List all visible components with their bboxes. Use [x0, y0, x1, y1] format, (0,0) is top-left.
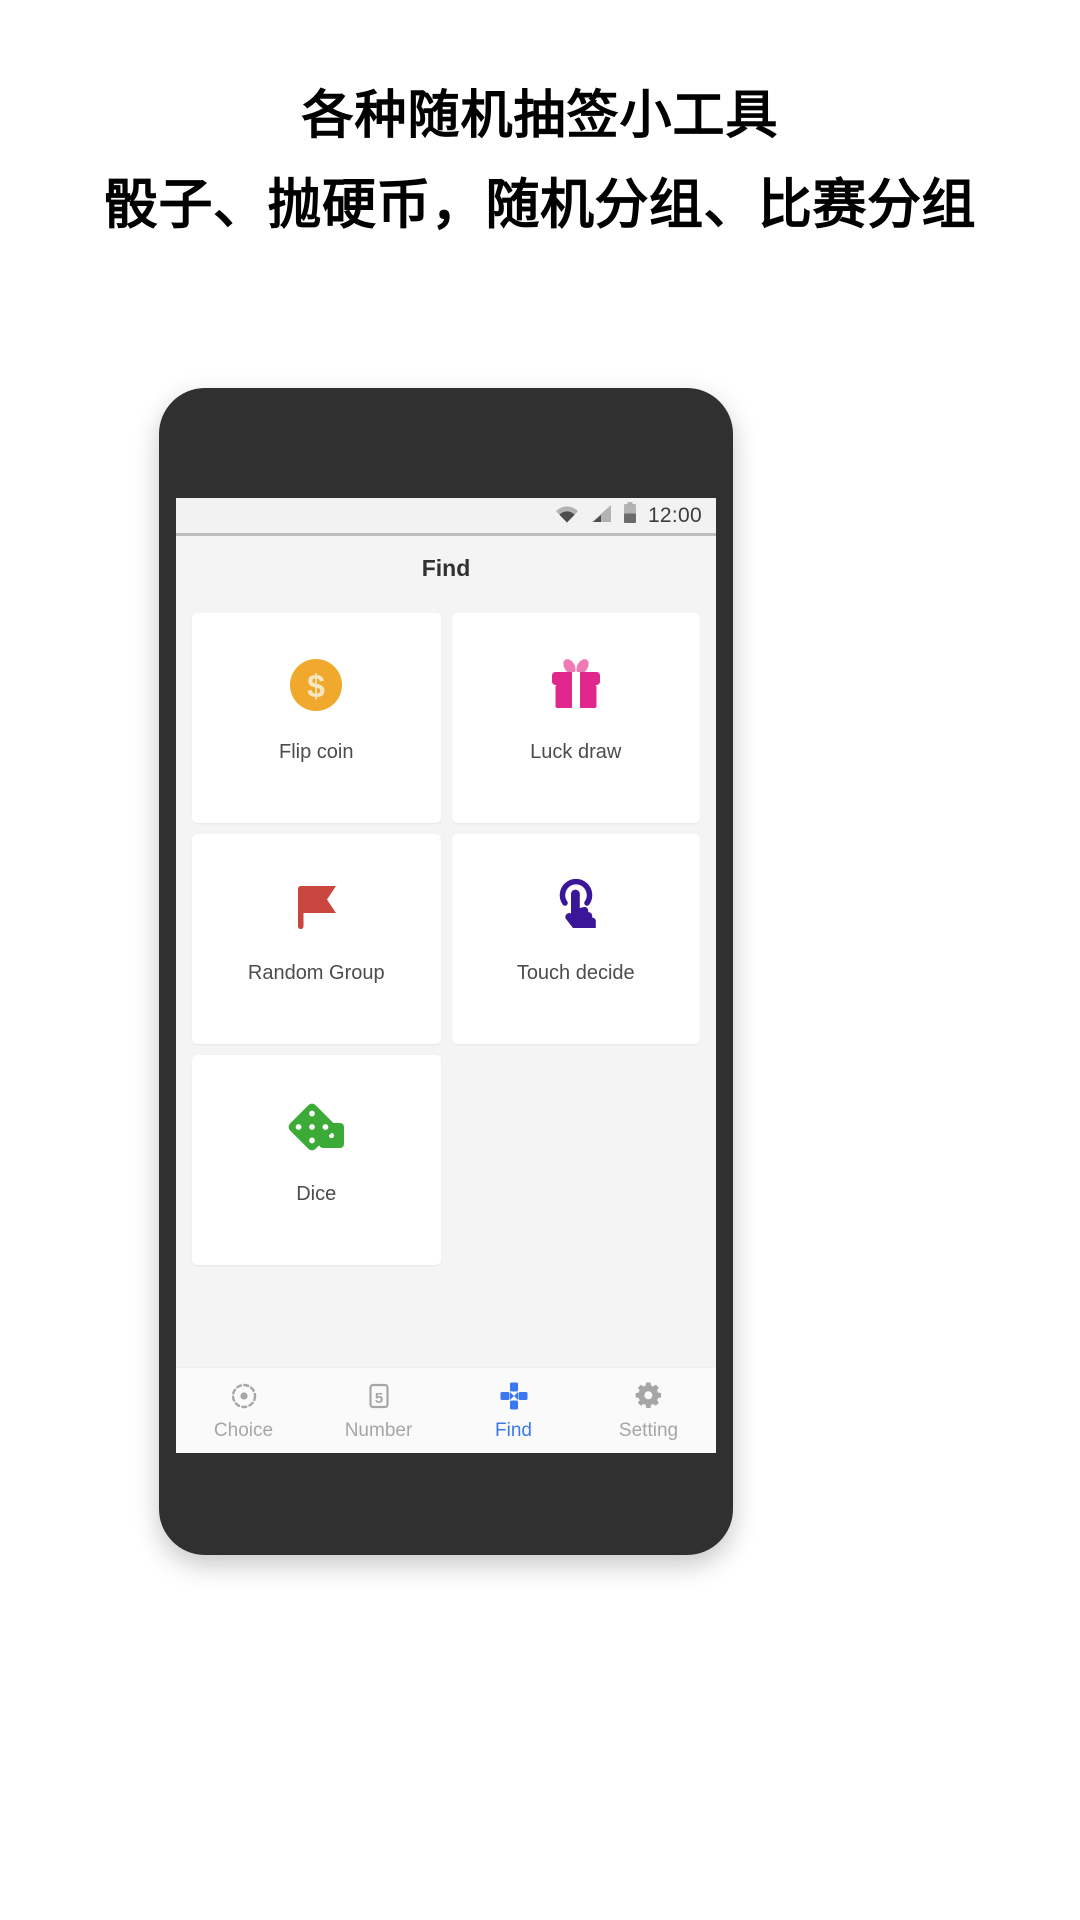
nav-item-choice[interactable]: Choice [176, 1368, 311, 1453]
nav-item-number[interactable]: 5 Number [311, 1368, 446, 1453]
dpad-icon [497, 1379, 531, 1413]
nav-item-setting[interactable]: Setting [581, 1368, 716, 1453]
grid-card-label: Touch decide [516, 962, 635, 984]
phone-screen: 12:00 Find $ Flip coin Luck draw Random … [176, 498, 716, 1453]
app-bar: Find [176, 536, 716, 600]
feature-grid-scroll[interactable]: $ Flip coin Luck draw Random Group Touch… [176, 600, 716, 1367]
grid-card-dice[interactable]: Dice [192, 1055, 441, 1265]
svg-text:5: 5 [374, 1390, 382, 1407]
grid-card-touch-decide[interactable]: Touch decide [451, 834, 700, 1044]
battery-icon [623, 502, 637, 529]
phone-mockup: 12:00 Find $ Flip coin Luck draw Random … [159, 388, 733, 1555]
grid-card-label: Dice [296, 1183, 337, 1205]
grid-card-label: Flip coin [279, 741, 354, 763]
grid-card-flip-coin[interactable]: $ Flip coin [192, 613, 441, 823]
promo-subtitle: 骰子、抛硬币，随机分组、比赛分组 [104, 175, 976, 236]
nav-item-label: Setting [618, 1420, 679, 1441]
bottom-navigation-bar: Choice 5 Number Find Setting [176, 1367, 716, 1453]
nav-item-label: Choice [213, 1420, 274, 1441]
grid-card-label: Random Group [247, 962, 385, 984]
nav-item-find[interactable]: Find [446, 1368, 581, 1453]
wifi-icon [555, 504, 579, 528]
signal-icon [590, 504, 612, 528]
promo-screenshot-page: 各种随机抽签小工具 骰子、抛硬币，随机分组、比赛分组 12:00 Find $ … [0, 0, 1080, 1920]
number-five-icon: 5 [362, 1379, 396, 1413]
status-bar-time: 12:00 [647, 503, 702, 527]
grid-card-luck-draw[interactable]: Luck draw [451, 613, 700, 823]
target-dashed-icon [227, 1379, 261, 1413]
nav-item-label: Find [495, 1420, 532, 1441]
page-title: Find [421, 554, 471, 581]
touch-tap-icon [540, 870, 612, 942]
flag-icon [280, 870, 352, 942]
promo-title: 各种随机抽签小工具 [301, 87, 779, 145]
dice-icon [280, 1091, 352, 1163]
gear-icon [632, 1379, 666, 1413]
grid-card-random-group[interactable]: Random Group [192, 834, 441, 1044]
nav-item-label: Number [344, 1420, 413, 1441]
gift-box-icon [540, 649, 612, 721]
status-bar: 12:00 [176, 498, 716, 536]
svg-text:$: $ [307, 668, 325, 704]
grid-card-empty-slot [452, 1055, 701, 1265]
promo-text-block: 各种随机抽签小工具 骰子、抛硬币，随机分组、比赛分组 [0, 0, 1080, 242]
feature-grid: $ Flip coin Luck draw Random Group Touch… [176, 600, 716, 1265]
coin-dollar-icon: $ [280, 649, 352, 721]
grid-card-label: Luck draw [530, 741, 622, 763]
